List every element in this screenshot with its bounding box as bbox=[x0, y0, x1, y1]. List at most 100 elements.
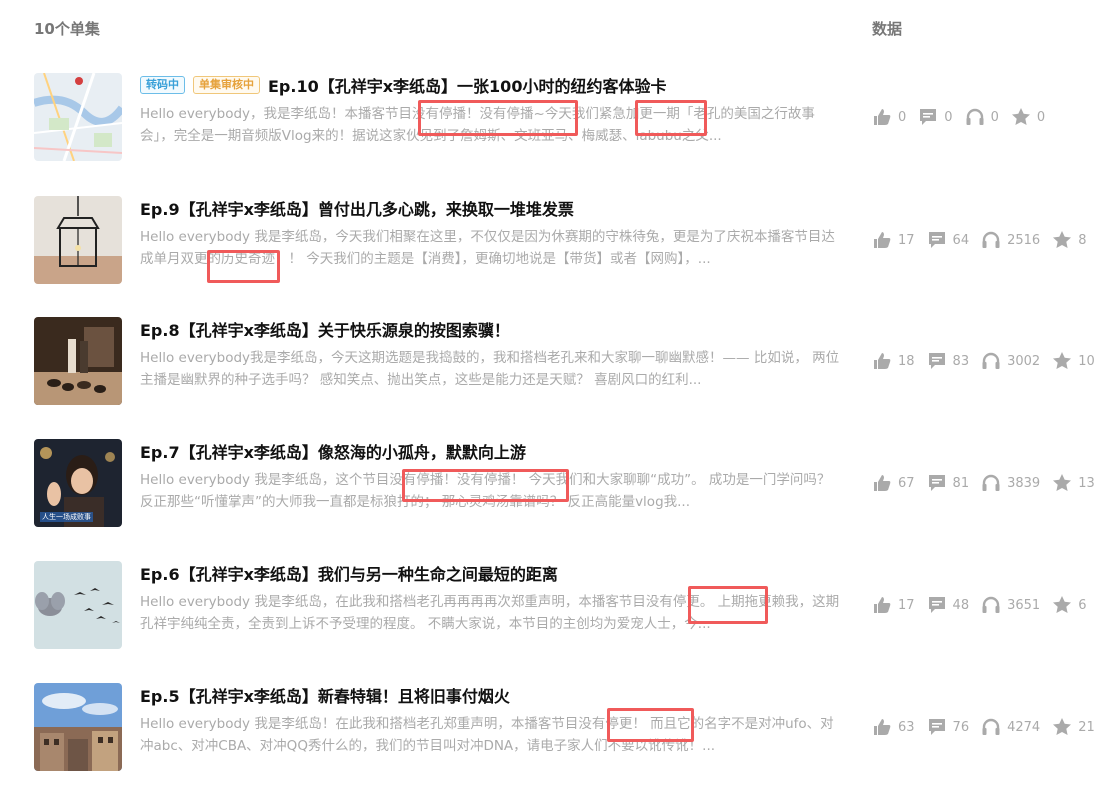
likes-stat: 63 bbox=[872, 717, 915, 737]
star-icon bbox=[1011, 108, 1030, 125]
comments-stat: 76 bbox=[927, 717, 970, 737]
star-icon bbox=[1053, 718, 1072, 735]
episode-title[interactable]: Ep.9【孔祥宇x李纸岛】曾付出几多心跳，来换取一堆堆发票 bbox=[140, 196, 574, 220]
episode-description: Hello everybody 我是李纸岛，这个节目没有停播！没有停播！ 今天我… bbox=[140, 472, 831, 510]
star-icon bbox=[1053, 352, 1072, 369]
episode-description: Hello everybody 我是李纸岛！在此我和搭档老孔郑重声明，本播客节目… bbox=[140, 716, 834, 754]
comment-icon bbox=[928, 597, 945, 613]
status-badge-transcoding: 转码中 bbox=[140, 76, 185, 94]
listens-count: 3839 bbox=[1007, 475, 1041, 491]
episode-thumbnail[interactable] bbox=[34, 73, 122, 161]
star-icon bbox=[1053, 474, 1072, 491]
listens-count: 4274 bbox=[1007, 719, 1041, 735]
likes-count: 18 bbox=[898, 353, 915, 369]
episode-thumbnail[interactable] bbox=[34, 196, 122, 284]
comments-stat: 0 bbox=[918, 107, 953, 127]
episode-item[interactable]: Ep.8【孔祥宇x李纸岛】关于快乐源泉的按图索骥！ Hello everybod… bbox=[34, 317, 1110, 417]
episode-description: Hello everybody 我是李纸岛，在此我和搭档老孔再再再再次郑重声明，… bbox=[140, 594, 840, 632]
likes-count: 17 bbox=[898, 597, 915, 613]
map-thumbnail-icon bbox=[34, 73, 122, 161]
listens-stat: 0 bbox=[965, 107, 999, 127]
listens-stat: 3839 bbox=[981, 473, 1040, 493]
listens-stat: 2516 bbox=[981, 230, 1040, 250]
episode-title[interactable]: Ep.10【孔祥宇x李纸岛】一张100小时的纽约客体验卡 bbox=[268, 73, 666, 97]
comments-stat: 81 bbox=[927, 473, 970, 493]
episode-thumbnail[interactable] bbox=[34, 317, 122, 405]
episode-title[interactable]: Ep.7【孔祥宇x李纸岛】像怒海的小孤舟，默默向上游 bbox=[140, 439, 526, 463]
data-column-label: 数据 bbox=[872, 20, 903, 38]
episode-description: Hello everybody我是李纸岛，今天这期选题是我捣鼓的，我和搭档老孔来… bbox=[140, 350, 840, 388]
stars-stat: 21 bbox=[1052, 717, 1095, 737]
listens-count: 3002 bbox=[1007, 353, 1041, 369]
headphones-icon bbox=[982, 596, 1000, 613]
episode-thumbnail[interactable]: 人生一场成败事 bbox=[34, 439, 122, 527]
comment-icon bbox=[928, 232, 945, 248]
episode-description: Hello everybody，我是李纸岛！本播客节目没有停播！没有停播~今天我… bbox=[140, 106, 815, 144]
episode-item[interactable]: Ep.5【孔祥宇x李纸岛】新春特辑！且将旧事付烟火 Hello everybod… bbox=[34, 683, 1110, 783]
episode-thumbnail[interactable] bbox=[34, 683, 122, 771]
listens-stat: 4274 bbox=[981, 717, 1040, 737]
headphones-icon bbox=[982, 231, 1000, 248]
stars-count: 13 bbox=[1078, 475, 1095, 491]
episode-stats: 0 0 0 0 bbox=[872, 73, 1110, 161]
comments-count: 81 bbox=[952, 475, 970, 491]
stars-stat: 6 bbox=[1052, 595, 1086, 615]
episode-stats: 17 48 3651 6 bbox=[872, 561, 1110, 649]
comment-icon bbox=[920, 109, 937, 125]
status-badge-reviewing: 单集审核中 bbox=[193, 76, 260, 94]
comments-count: 83 bbox=[952, 353, 970, 369]
stars-count: 10 bbox=[1078, 353, 1095, 369]
likes-stat: 0 bbox=[872, 107, 906, 127]
stars-count: 0 bbox=[1036, 109, 1046, 125]
thumbnail-caption: 人生一场成败事 bbox=[40, 512, 93, 522]
listens-stat: 3651 bbox=[981, 595, 1040, 615]
headphones-icon bbox=[982, 718, 1000, 735]
episode-count-label: 10个单集 bbox=[34, 20, 100, 38]
star-icon bbox=[1053, 596, 1072, 613]
comments-count: 64 bbox=[952, 232, 970, 248]
comments-count: 0 bbox=[944, 109, 953, 125]
comment-icon bbox=[928, 475, 945, 491]
elephant-thumbnail-icon bbox=[34, 561, 122, 649]
comments-count: 76 bbox=[952, 719, 970, 735]
likes-stat: 18 bbox=[872, 351, 915, 371]
list-header: 10个单集 数据 bbox=[34, 18, 1110, 40]
episode-title[interactable]: Ep.8【孔祥宇x李纸岛】关于快乐源泉的按图索骥！ bbox=[140, 317, 510, 341]
episode-item[interactable]: 人生一场成败事 Ep.7【孔祥宇x李纸岛】像怒海的小孤舟，默默向上游 Hello… bbox=[34, 439, 1110, 539]
dogs-thumbnail-icon bbox=[34, 317, 122, 405]
star-icon bbox=[1053, 231, 1072, 248]
comment-icon bbox=[928, 353, 945, 369]
thumbs-up-icon bbox=[874, 353, 891, 369]
comments-stat: 64 bbox=[927, 230, 970, 250]
episode-title[interactable]: Ep.5【孔祥宇x李纸岛】新春特辑！且将旧事付烟火 bbox=[140, 683, 510, 707]
likes-stat: 17 bbox=[872, 595, 915, 615]
listens-stat: 3002 bbox=[981, 351, 1040, 371]
episode-description: Hello everybody 我是李纸岛，今天我们相聚在这里，不仅仅是因为休赛… bbox=[140, 229, 835, 267]
stars-stat: 13 bbox=[1052, 473, 1095, 493]
thumbs-up-icon bbox=[874, 475, 891, 491]
episode-item[interactable]: Ep.9【孔祥宇x李纸岛】曾付出几多心跳，来换取一堆堆发票 Hello ever… bbox=[34, 196, 1110, 296]
comment-icon bbox=[928, 719, 945, 735]
listens-count: 3651 bbox=[1007, 597, 1041, 613]
episode-item[interactable]: 转码中 单集审核中 Ep.10【孔祥宇x李纸岛】一张100小时的纽约客体验卡 H… bbox=[34, 73, 1110, 173]
episode-stats: 63 76 4274 21 bbox=[872, 683, 1110, 771]
episode-stats: 17 64 2516 8 bbox=[872, 196, 1110, 284]
headphones-icon bbox=[966, 108, 984, 125]
stars-count: 21 bbox=[1078, 719, 1095, 735]
likes-count: 0 bbox=[898, 109, 907, 125]
thumbs-up-icon bbox=[874, 109, 891, 125]
city-thumbnail-icon bbox=[34, 683, 122, 771]
likes-count: 67 bbox=[898, 475, 915, 491]
thumbs-up-icon bbox=[874, 232, 891, 248]
episode-title[interactable]: Ep.6【孔祥宇x李纸岛】我们与另一种生命之间最短的距离 bbox=[140, 561, 558, 585]
episode-item[interactable]: Ep.6【孔祥宇x李纸岛】我们与另一种生命之间最短的距离 Hello every… bbox=[34, 561, 1110, 661]
stars-stat: 0 bbox=[1011, 107, 1045, 127]
episode-stats: 67 81 3839 13 bbox=[872, 439, 1110, 527]
episode-stats: 18 83 3002 10 bbox=[872, 317, 1110, 405]
headphones-icon bbox=[982, 352, 1000, 369]
stars-stat: 8 bbox=[1052, 230, 1086, 250]
likes-stat: 17 bbox=[872, 230, 915, 250]
thumbs-up-icon bbox=[874, 719, 891, 735]
episode-thumbnail[interactable] bbox=[34, 561, 122, 649]
comments-stat: 48 bbox=[927, 595, 969, 615]
